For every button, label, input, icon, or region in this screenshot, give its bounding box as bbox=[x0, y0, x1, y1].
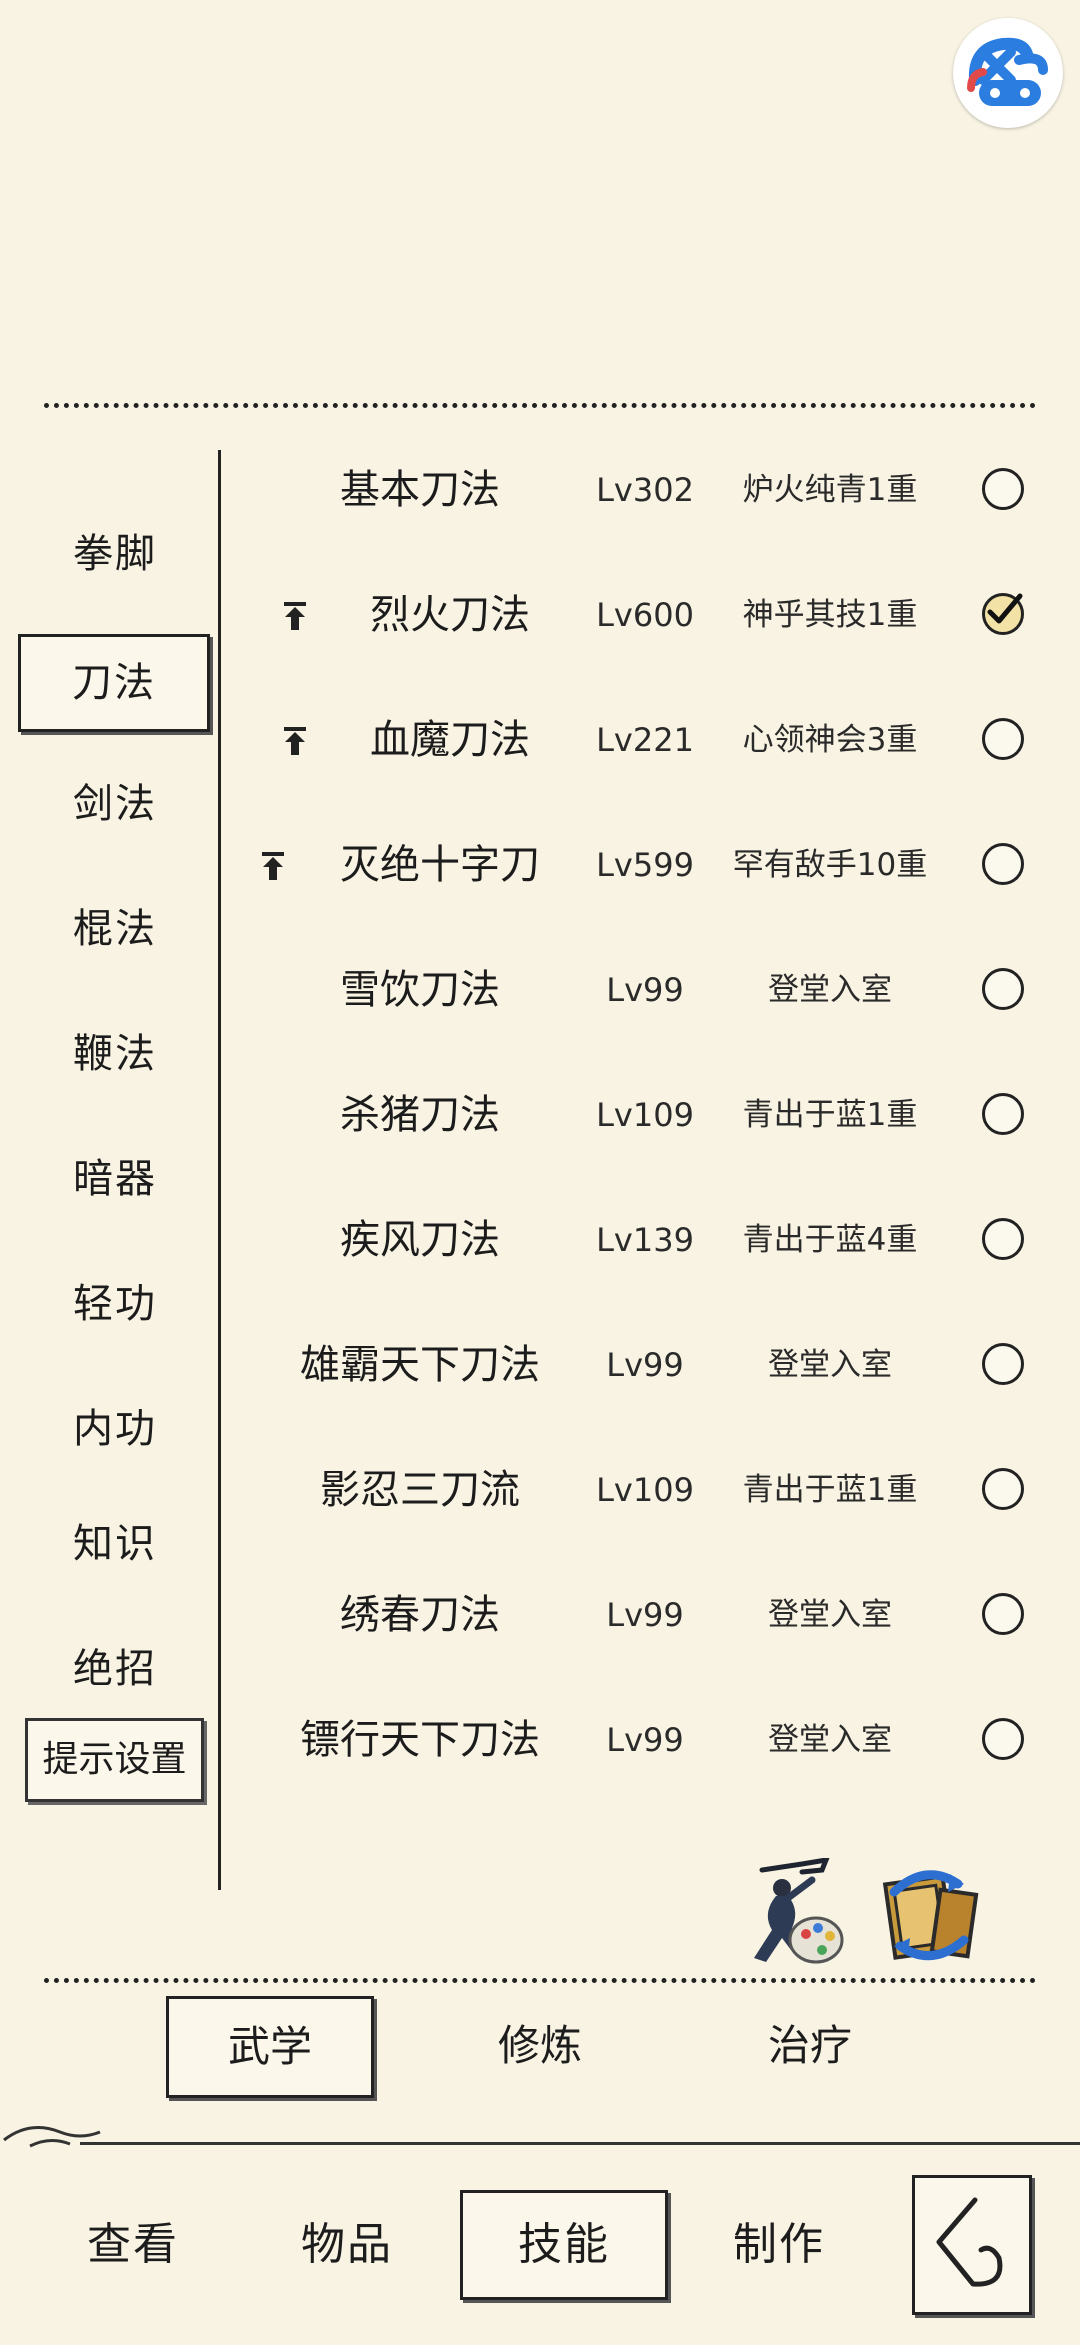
skill-name: 镖行天下刀法 bbox=[300, 1717, 540, 1763]
skill-row[interactable]: 烈火刀法 Lv600 神乎其技1重 bbox=[230, 553, 1060, 678]
skill-row[interactable]: 雄霸天下刀法 Lv99 登堂入室 bbox=[230, 1303, 1060, 1428]
skill-level: Lv99 bbox=[606, 1596, 684, 1634]
hint-settings-button[interactable]: 提示设置 bbox=[25, 1718, 204, 1802]
category-tab-zhishi[interactable]: 知识 bbox=[20, 1500, 210, 1588]
skill-rank: 青出于蓝4重 bbox=[742, 1222, 918, 1258]
category-tab-daofa[interactable]: 刀法 bbox=[18, 634, 210, 732]
skill-name: 疾风刀法 bbox=[340, 1217, 500, 1263]
skill-level: Lv600 bbox=[596, 596, 694, 634]
skill-rank: 炉火纯青1重 bbox=[742, 472, 918, 508]
subtab-wuxue[interactable]: 武学 bbox=[166, 1996, 374, 2098]
skill-level: Lv109 bbox=[596, 1471, 694, 1509]
category-tab-gunfa[interactable]: 棍法 bbox=[20, 885, 210, 973]
skill-level: Lv99 bbox=[606, 1721, 684, 1759]
skill-name: 烈火刀法 bbox=[370, 592, 530, 638]
skill-rank: 心领神会3重 bbox=[742, 722, 918, 758]
skill-select-radio[interactable] bbox=[982, 1718, 1024, 1760]
category-tab-jianfa[interactable]: 剑法 bbox=[20, 760, 210, 848]
bottom-dotted-divider bbox=[44, 1978, 1036, 1983]
skill-name: 雄霸天下刀法 bbox=[300, 1342, 540, 1388]
skill-name: 影忍三刀流 bbox=[320, 1467, 520, 1513]
skill-select-radio[interactable] bbox=[982, 718, 1024, 760]
app-overlay-badge-icon[interactable] bbox=[953, 18, 1063, 128]
skill-level: Lv99 bbox=[606, 1346, 684, 1384]
skill-level: Lv109 bbox=[596, 1096, 694, 1134]
cloud-swirl-icon bbox=[3, 2126, 101, 2148]
martial-artist-palette-icon[interactable] bbox=[742, 1856, 847, 1968]
subtab-zhiliao[interactable]: 治疗 bbox=[710, 1996, 910, 2096]
skill-name: 灭绝十字刀 bbox=[340, 842, 540, 888]
nav-chakan[interactable]: 查看 bbox=[58, 2190, 208, 2300]
skill-select-radio[interactable] bbox=[982, 968, 1024, 1010]
skill-name: 基本刀法 bbox=[340, 467, 500, 513]
skill-level: Lv99 bbox=[606, 971, 684, 1009]
skill-level: Lv221 bbox=[596, 721, 694, 759]
top-dotted-divider bbox=[44, 403, 1036, 408]
skill-select-radio[interactable] bbox=[982, 843, 1024, 885]
back-button[interactable] bbox=[912, 2175, 1032, 2315]
skill-name: 雪饮刀法 bbox=[340, 967, 500, 1013]
checkmark-icon bbox=[987, 593, 1023, 624]
skill-rank: 登堂入室 bbox=[768, 1347, 892, 1383]
skill-select-radio[interactable] bbox=[982, 468, 1024, 510]
skill-level: Lv139 bbox=[596, 1221, 694, 1259]
category-tab-neigong[interactable]: 内功 bbox=[20, 1385, 210, 1473]
skill-row[interactable]: 镖行天下刀法 Lv99 登堂入室 bbox=[230, 1678, 1060, 1803]
skill-name: 绣春刀法 bbox=[340, 1592, 500, 1638]
skill-rank: 神乎其技1重 bbox=[742, 597, 918, 633]
skill-level: Lv302 bbox=[596, 471, 694, 509]
skill-row[interactable]: 绣春刀法 Lv99 登堂入室 bbox=[230, 1553, 1060, 1678]
category-tab-quanjiao[interactable]: 拳脚 bbox=[20, 510, 210, 598]
back-arrow-icon bbox=[936, 2197, 1003, 2287]
skill-row[interactable]: 影忍三刀流 Lv109 青出于蓝1重 bbox=[230, 1428, 1060, 1553]
skill-select-radio-checked[interactable] bbox=[982, 593, 1024, 635]
book-exchange-icon[interactable] bbox=[876, 1862, 982, 1967]
column-divider bbox=[218, 450, 221, 1890]
skill-rank: 登堂入室 bbox=[768, 1722, 892, 1758]
skill-rank: 登堂入室 bbox=[768, 972, 892, 1008]
category-tab-juezhao[interactable]: 绝招 bbox=[20, 1625, 210, 1713]
nav-jineng[interactable]: 技能 bbox=[460, 2190, 668, 2300]
skill-name: 杀猪刀法 bbox=[340, 1092, 500, 1138]
skill-row[interactable]: 血魔刀法 Lv221 心领神会3重 bbox=[230, 678, 1060, 803]
skill-rank: 登堂入室 bbox=[768, 1597, 892, 1633]
skill-name: 血魔刀法 bbox=[370, 717, 530, 763]
skill-level: Lv599 bbox=[596, 846, 694, 884]
nav-wupin[interactable]: 物品 bbox=[272, 2190, 422, 2300]
nav-top-border bbox=[80, 2142, 1080, 2145]
skill-rank: 青出于蓝1重 bbox=[742, 1472, 918, 1508]
subtab-xiulian[interactable]: 修炼 bbox=[440, 1996, 640, 2096]
nav-zhizuo[interactable]: 制作 bbox=[704, 2190, 854, 2300]
skill-select-radio[interactable] bbox=[982, 1093, 1024, 1135]
category-tab-anqi[interactable]: 暗器 bbox=[20, 1135, 210, 1223]
skill-rank: 青出于蓝1重 bbox=[742, 1097, 918, 1133]
category-tab-qinggong[interactable]: 轻功 bbox=[20, 1260, 210, 1348]
category-tab-bianfa[interactable]: 鞭法 bbox=[20, 1010, 210, 1098]
skill-rank: 罕有敌手10重 bbox=[732, 847, 928, 883]
skill-row[interactable]: 杀猪刀法 Lv109 青出于蓝1重 bbox=[230, 1053, 1060, 1178]
skill-row[interactable]: 基本刀法 Lv302 炉火纯青1重 bbox=[230, 428, 1060, 553]
skill-select-radio[interactable] bbox=[982, 1593, 1024, 1635]
skill-row[interactable]: 灭绝十字刀 Lv599 罕有敌手10重 bbox=[230, 803, 1060, 928]
skill-row[interactable]: 雪饮刀法 Lv99 登堂入室 bbox=[230, 928, 1060, 1053]
skill-select-radio[interactable] bbox=[982, 1218, 1024, 1260]
skill-select-radio[interactable] bbox=[982, 1468, 1024, 1510]
skill-row[interactable]: 疾风刀法 Lv139 青出于蓝4重 bbox=[230, 1178, 1060, 1303]
skill-select-radio[interactable] bbox=[982, 1343, 1024, 1385]
